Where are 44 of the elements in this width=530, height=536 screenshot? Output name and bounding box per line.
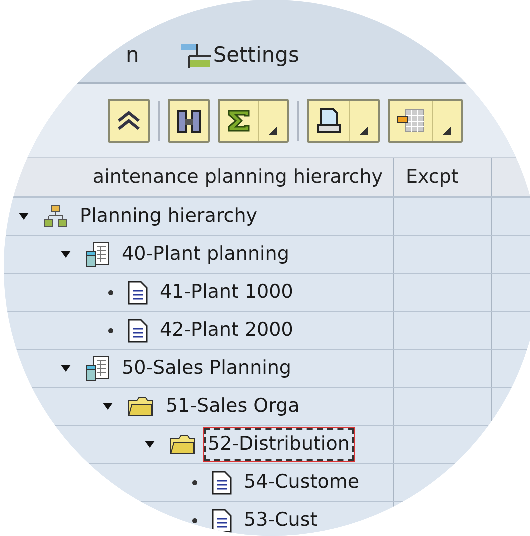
printer-icon bbox=[315, 106, 343, 134]
double-chevron-up-icon bbox=[116, 110, 142, 132]
dropdown-corner-icon[interactable] bbox=[443, 126, 451, 134]
tree-node-label[interactable]: Planning hierarchy bbox=[76, 200, 262, 233]
document-icon bbox=[128, 280, 148, 304]
grid-layout-icon bbox=[396, 108, 426, 134]
menu-item[interactable]: n bbox=[126, 40, 140, 72]
document-icon bbox=[212, 470, 232, 494]
hierarchy-icon bbox=[44, 204, 68, 228]
spreadsheet-icon bbox=[86, 356, 110, 382]
document-icon bbox=[128, 318, 148, 342]
column-header[interactable]: Excpt bbox=[394, 158, 492, 196]
bullet-icon bbox=[108, 290, 114, 296]
tree-node-label[interactable]: 42-Plant 2000 bbox=[156, 314, 298, 347]
tree-node-label[interactable]: 52-Distribution bbox=[204, 428, 354, 461]
bullet-icon bbox=[192, 480, 198, 486]
settings-icon bbox=[179, 42, 212, 70]
tree-node-label[interactable]: 40-Plant planning bbox=[118, 238, 294, 271]
sigma-icon bbox=[226, 108, 252, 134]
toolbar-button[interactable] bbox=[218, 98, 289, 142]
tree-node-label[interactable]: 50-Sales Planning bbox=[118, 352, 296, 385]
expanded-triangle-icon[interactable] bbox=[60, 250, 72, 260]
expanded-triangle-icon[interactable] bbox=[60, 364, 72, 374]
toolbar-button[interactable] bbox=[108, 98, 150, 142]
document-icon bbox=[212, 508, 232, 532]
binoculars-icon bbox=[176, 108, 202, 134]
tree-node-label[interactable]: 53-Cust bbox=[240, 504, 322, 536]
tree-node-label[interactable]: 41-Plant 1000 bbox=[156, 276, 298, 309]
toolbar-button[interactable] bbox=[307, 98, 380, 142]
expanded-triangle-icon[interactable] bbox=[18, 212, 30, 222]
column-header[interactable]: aintenance planning hierarchy bbox=[4, 158, 394, 196]
folder-icon bbox=[128, 396, 154, 416]
toolbar-button[interactable] bbox=[168, 98, 210, 142]
expanded-triangle-icon[interactable] bbox=[102, 402, 114, 412]
bullet-icon bbox=[192, 518, 198, 524]
spreadsheet-icon bbox=[86, 242, 110, 268]
dropdown-corner-icon[interactable] bbox=[269, 126, 277, 134]
bullet-icon bbox=[108, 328, 114, 334]
menu-item[interactable]: Settings bbox=[179, 40, 300, 72]
tree-node-label[interactable]: 54-Custome bbox=[240, 466, 364, 499]
tree-node-label[interactable]: 51-Sales Orga bbox=[162, 390, 304, 423]
folder-icon bbox=[170, 434, 196, 454]
expanded-triangle-icon[interactable] bbox=[144, 440, 156, 450]
dropdown-corner-icon[interactable] bbox=[360, 126, 368, 134]
